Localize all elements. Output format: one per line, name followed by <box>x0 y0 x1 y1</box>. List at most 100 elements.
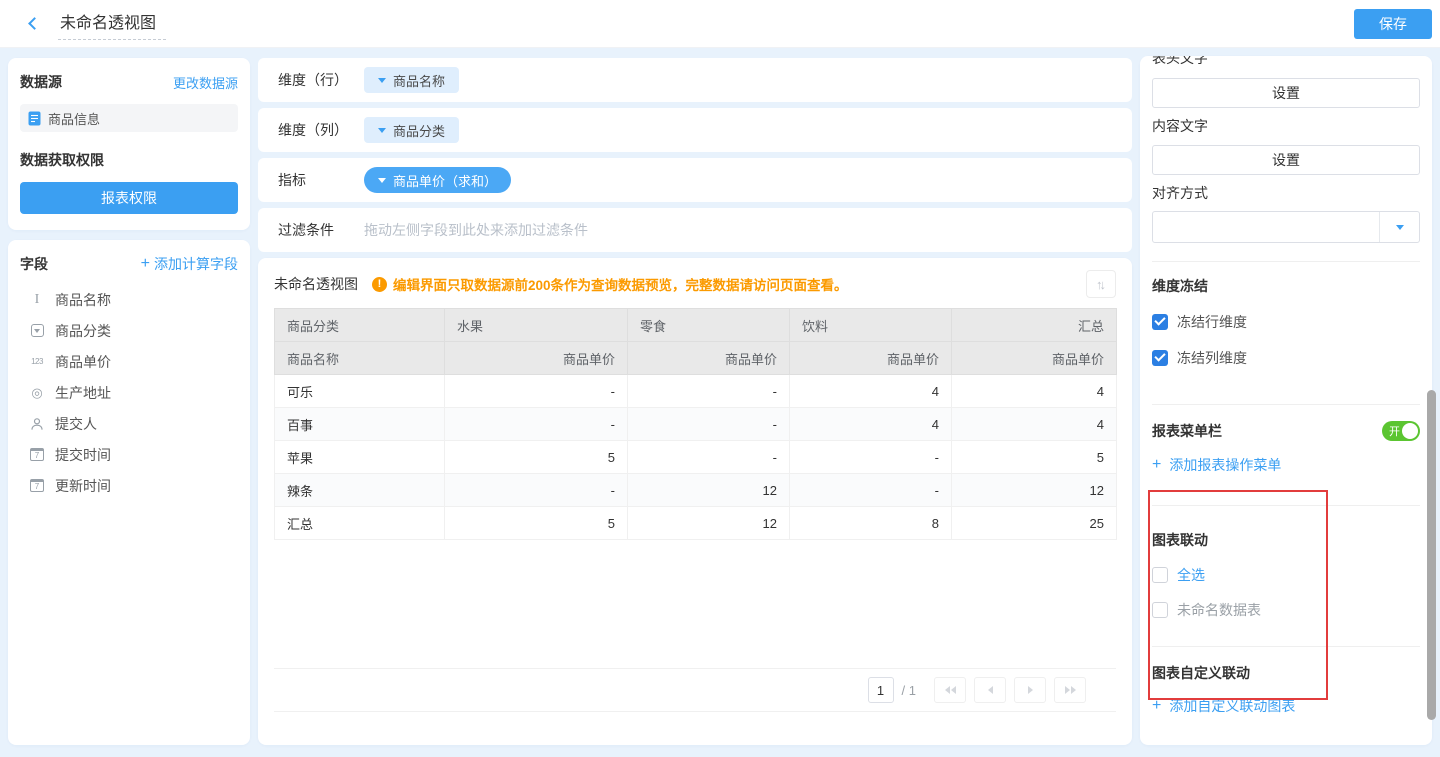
add-report-menu-link[interactable]: + 添加报表操作菜单 <box>1152 455 1420 475</box>
field-item[interactable]: 7 更新时间 <box>20 470 238 501</box>
add-calc-field-link[interactable]: + 添加计算字段 <box>141 254 238 274</box>
metric-label: 指标 <box>278 170 364 190</box>
freeze-row-checkbox[interactable]: 冻结行维度 <box>1152 312 1420 332</box>
linkage-select-all-checkbox[interactable]: 全选 <box>1152 565 1420 585</box>
caret-down-icon <box>378 78 386 83</box>
field-label: 更新时间 <box>55 476 111 496</box>
row-dimension-row: 维度（行） 商品名称 <box>258 58 1132 102</box>
fields-title: 字段 <box>20 254 48 274</box>
header-cell: 饮料 <box>790 309 952 342</box>
table-cell: - <box>790 441 952 474</box>
back-button[interactable] <box>20 12 44 36</box>
add-custom-linkage-label: 添加自定义联动图表 <box>1169 696 1295 716</box>
last-page-button[interactable] <box>1054 677 1086 703</box>
preview-warning: ! 编辑界面只取数据源前200条作为查询数据预览，完整数据请访问页面查看。 <box>372 274 848 294</box>
calendar-icon: 7 <box>28 479 46 492</box>
linkage-table-label: 未命名数据表 <box>1177 600 1261 620</box>
col-dimension-tag[interactable]: 商品分类 <box>364 117 459 143</box>
row-dimension-label: 维度（行） <box>278 70 364 90</box>
row-dimension-tag[interactable]: 商品名称 <box>364 67 459 93</box>
next-page-button[interactable] <box>1014 677 1046 703</box>
table-header-row: 商品分类 水果 零食 饮料 汇总 <box>275 309 1117 342</box>
freeze-col-checkbox[interactable]: 冻结列维度 <box>1152 348 1420 368</box>
prev-page-button[interactable] <box>974 677 1006 703</box>
metric-tag[interactable]: 商品单价（求和） <box>364 167 511 193</box>
field-item[interactable]: 提交人 <box>20 408 238 439</box>
field-item[interactable]: ◎ 生产地址 <box>20 377 238 408</box>
page-input[interactable]: 1 <box>868 677 894 703</box>
filter-row[interactable]: 过滤条件 拖动左侧字段到此处来添加过滤条件 <box>258 208 1132 252</box>
field-item[interactable]: 7 提交时间 <box>20 439 238 470</box>
person-icon <box>28 417 46 431</box>
align-select[interactable] <box>1152 211 1420 243</box>
warning-icon: ! <box>372 277 387 292</box>
topbar: 未命名透视图 保存 <box>0 0 1440 48</box>
table-cell: 25 <box>952 507 1117 540</box>
table-cell: 5 <box>445 441 628 474</box>
report-permission-button[interactable]: 报表权限 <box>20 182 238 214</box>
toggle-on-label: 开 <box>1389 423 1400 439</box>
page-title[interactable]: 未命名透视图 <box>58 7 166 40</box>
add-custom-linkage-link[interactable]: + 添加自定义联动图表 <box>1152 696 1420 716</box>
table-cell: - <box>445 408 628 441</box>
table-cell: 12 <box>628 474 790 507</box>
table-cell: 4 <box>952 408 1117 441</box>
field-label: 生产地址 <box>55 383 111 403</box>
table-row: 辣条 - 12 - 12 <box>275 474 1117 507</box>
row-dimension-tag-label: 商品名称 <box>393 71 445 90</box>
header-cell: 商品单价 <box>790 342 952 375</box>
select-field-icon <box>28 324 46 337</box>
field-label: 商品名称 <box>55 290 111 310</box>
table-cell: 苹果 <box>275 441 445 474</box>
header-text-set-button[interactable]: 设置 <box>1152 78 1420 108</box>
save-button[interactable]: 保存 <box>1354 9 1432 39</box>
change-datasource-link[interactable]: 更改数据源 <box>173 73 238 92</box>
checkbox-checked-icon <box>1152 350 1168 366</box>
table-cell: - <box>628 375 790 408</box>
datasource-title: 数据源 <box>20 72 62 92</box>
header-cell: 商品单价 <box>628 342 790 375</box>
sort-icon[interactable]: ↑↓ <box>1086 270 1116 298</box>
field-label: 商品单价 <box>55 352 111 372</box>
table-row: 百事 - - 4 4 <box>275 408 1117 441</box>
field-label: 提交人 <box>55 414 97 434</box>
table-row: 苹果 5 - - 5 <box>275 441 1117 474</box>
field-item[interactable]: 商品分类 <box>20 315 238 346</box>
table-cell: 5 <box>952 441 1117 474</box>
linkage-table-checkbox[interactable]: 未命名数据表 <box>1152 600 1420 620</box>
first-page-button[interactable] <box>934 677 966 703</box>
preview-panel: 未命名透视图 ! 编辑界面只取数据源前200条作为查询数据预览，完整数据请访问页… <box>258 258 1132 745</box>
field-item[interactable]: 123 商品单价 <box>20 346 238 377</box>
header-cell: 商品单价 <box>445 342 628 375</box>
metric-row: 指标 商品单价（求和） <box>258 158 1132 202</box>
location-icon: ◎ <box>28 385 46 401</box>
field-item[interactable]: I 商品名称 <box>20 284 238 315</box>
table-cell: - <box>445 474 628 507</box>
table-row: 可乐 - - 4 4 <box>275 375 1117 408</box>
calendar-icon: 7 <box>28 448 46 461</box>
plus-icon: + <box>1152 699 1161 713</box>
table-cell: 12 <box>628 507 790 540</box>
table-cell: 汇总 <box>275 507 445 540</box>
table-cell: - <box>790 474 952 507</box>
col-dimension-row: 维度（列） 商品分类 <box>258 108 1132 152</box>
table-cell: 百事 <box>275 408 445 441</box>
scrollbar-thumb[interactable] <box>1427 390 1436 720</box>
add-report-menu-label: 添加报表操作菜单 <box>1169 455 1281 475</box>
field-label: 商品分类 <box>55 321 111 341</box>
col-dimension-tag-label: 商品分类 <box>393 121 445 140</box>
select-all-label: 全选 <box>1177 565 1205 585</box>
table-cell: 可乐 <box>275 375 445 408</box>
field-list: I 商品名称 商品分类 123 商品单价 ◎ 生产地址 提交人 7 提交时间 7… <box>20 284 238 501</box>
menu-bar-toggle[interactable]: 开 <box>1382 421 1420 441</box>
header-cell: 商品单价 <box>952 342 1117 375</box>
preview-warning-text: 编辑界面只取数据源前200条作为查询数据预览，完整数据请访问页面查看。 <box>393 274 848 294</box>
checkbox-empty-icon <box>1152 567 1168 583</box>
page-total: / 1 <box>902 683 916 698</box>
header-cell: 汇总 <box>952 309 1117 342</box>
freeze-title: 维度冻结 <box>1152 276 1420 296</box>
datasource-item[interactable]: 商品信息 <box>20 104 238 132</box>
header-cell: 商品分类 <box>275 309 445 342</box>
content-text-set-button[interactable]: 设置 <box>1152 145 1420 175</box>
preview-title: 未命名透视图 <box>274 274 358 294</box>
